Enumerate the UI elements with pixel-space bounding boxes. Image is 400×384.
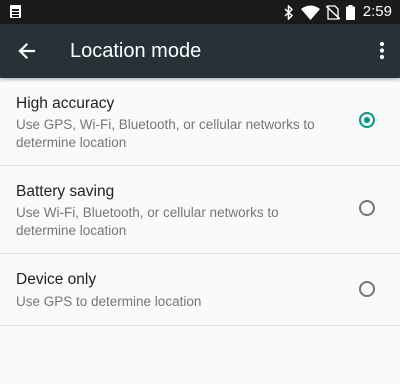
no-sim-icon — [325, 4, 340, 20]
app-bar: Location mode — [0, 24, 400, 78]
option-summary: Use Wi-Fi, Bluetooth, or cellular networ… — [16, 205, 279, 238]
radio-unselected[interactable] — [359, 281, 375, 297]
notification-icon — [10, 5, 21, 18]
option-high-accuracy[interactable]: High accuracy Use GPS, Wi-Fi, Bluetooth,… — [0, 78, 400, 166]
battery-icon — [345, 4, 355, 20]
option-summary: Use GPS, Wi-Fi, Bluetooth, or cellular n… — [16, 117, 315, 150]
option-title: Battery saving — [16, 183, 115, 200]
location-mode-list: High accuracy Use GPS, Wi-Fi, Bluetooth,… — [0, 78, 400, 326]
status-bar: 2:59 — [0, 0, 400, 24]
status-icons: 2:59 — [284, 0, 392, 24]
arrow-back-icon[interactable] — [14, 38, 40, 64]
option-title: Device only — [16, 271, 97, 288]
wifi-icon — [300, 5, 320, 20]
bluetooth-icon — [284, 4, 294, 20]
overflow-menu-icon[interactable] — [374, 38, 390, 64]
radio-unselected[interactable] — [359, 200, 375, 216]
option-device-only[interactable]: Device only Use GPS to determine locatio… — [0, 254, 400, 326]
option-battery-saving[interactable]: Battery saving Use Wi-Fi, Bluetooth, or … — [0, 166, 400, 254]
status-time: 2:59 — [362, 3, 392, 20]
option-summary: Use GPS to determine location — [16, 294, 202, 309]
option-title: High accuracy — [16, 95, 115, 112]
page-title: Location mode — [70, 40, 202, 62]
radio-selected[interactable] — [359, 112, 375, 128]
